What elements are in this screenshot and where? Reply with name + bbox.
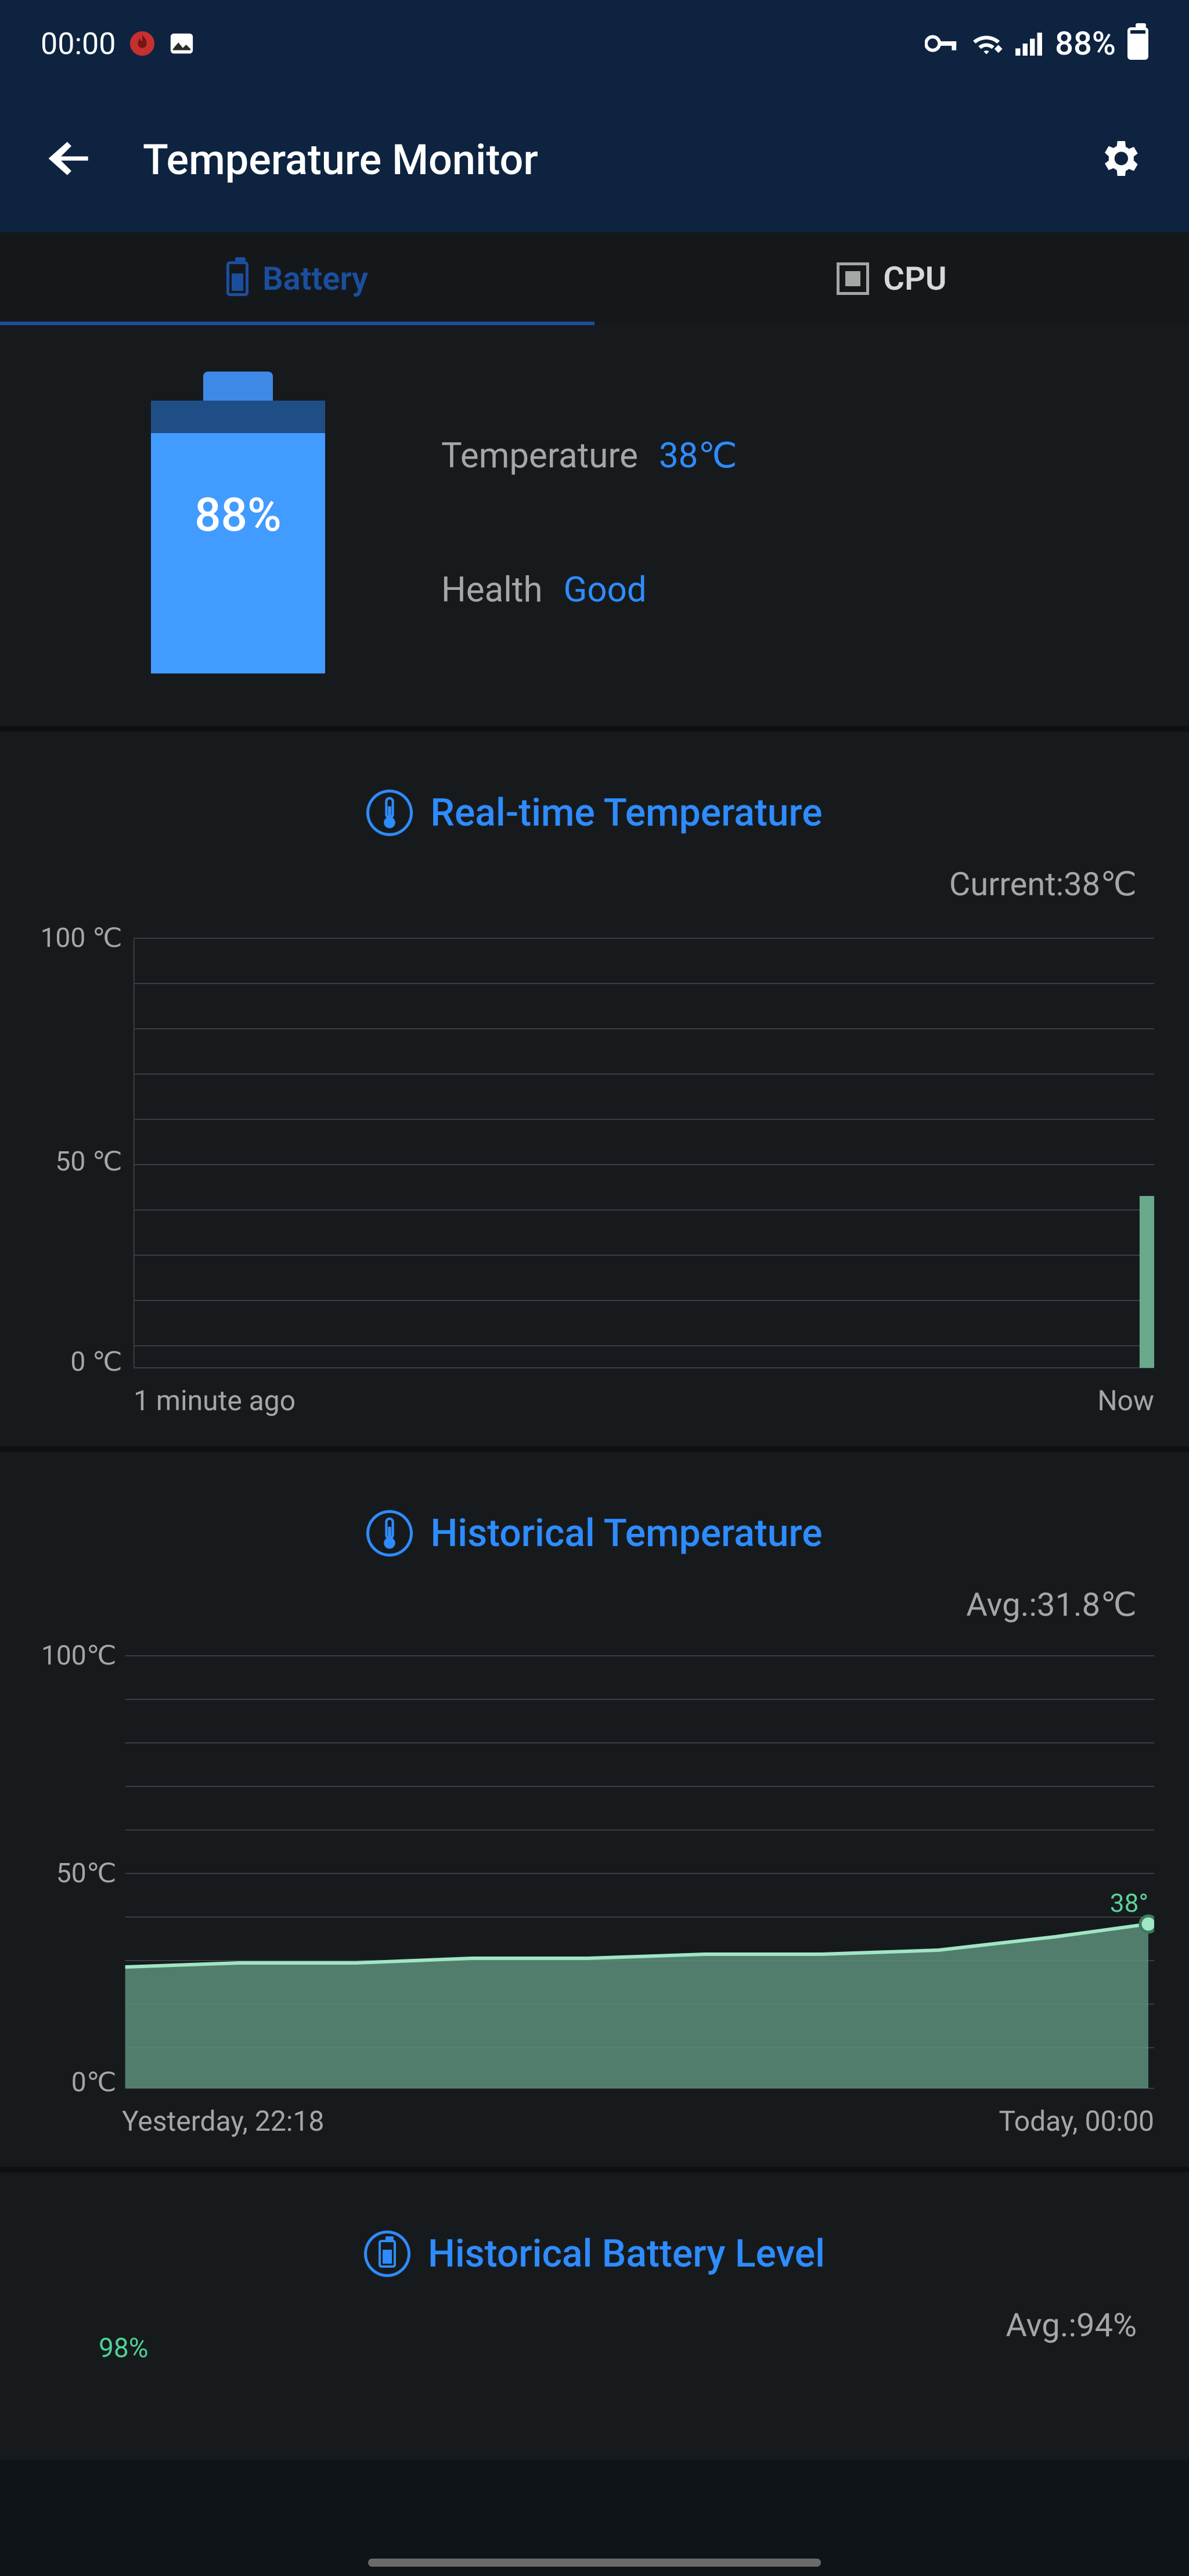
tabs: Battery CPU [0, 232, 1189, 325]
tab-cpu[interactable]: CPU [594, 232, 1189, 325]
clock: 00:00 [41, 26, 116, 62]
battery-section-icon [364, 2231, 410, 2277]
historical-battery-section: Historical Battery Level Avg.:94% 98% [0, 2167, 1189, 2460]
historical-xstart: Yesterday, 22:18 [122, 2105, 324, 2138]
svg-text:0℃: 0℃ [71, 2067, 117, 2094]
overview-temperature: Temperature 38℃ [441, 435, 737, 476]
historical-temp-section: Historical Temperature Avg.:31.8℃ 100℃ 5… [0, 1446, 1189, 2167]
gesture-bar[interactable] [368, 2559, 821, 2567]
settings-button[interactable] [1096, 135, 1143, 184]
historical-title: Historical Temperature [430, 1511, 822, 1556]
image-icon [168, 30, 195, 57]
health-label: Health [441, 569, 543, 610]
battery-graphic: 88% [151, 372, 325, 673]
realtime-title: Real-time Temperature [430, 791, 822, 835]
status-bar: 00:00 88% [0, 0, 1189, 87]
battery-level-avg: Avg.:94% [0, 2300, 1189, 2362]
thermometer-icon [366, 1510, 413, 1557]
thermometer-icon [366, 790, 413, 836]
svg-text:38°: 38° [1110, 1888, 1148, 1918]
overview-health: Health Good [441, 569, 737, 610]
battery-level-title: Historical Battery Level [428, 2232, 825, 2276]
tab-cpu-label: CPU [883, 260, 946, 298]
ytick: 100 ℃ [40, 923, 122, 954]
cell-signal-icon [1014, 30, 1043, 57]
battery-tab-icon [226, 261, 248, 296]
battery-level-start-label: 98% [99, 2333, 148, 2364]
page-title: Temperature Monitor [143, 135, 1050, 185]
temperature-label: Temperature [441, 435, 638, 476]
cpu-tab-icon [837, 262, 869, 295]
realtime-chart[interactable]: 100 ℃ 50 ℃ 0 ℃ [35, 921, 1154, 1374]
statusbar-battery-pct: 88% [1055, 24, 1116, 63]
svg-text:50℃: 50℃ [56, 1858, 117, 1889]
back-button[interactable] [46, 134, 96, 186]
svg-text:100℃: 100℃ [41, 1641, 117, 1671]
battery-percent: 88% [151, 488, 325, 542]
realtime-section: Real-time Temperature Current:38℃ 100 ℃ … [0, 726, 1189, 1446]
tab-battery[interactable]: Battery [0, 232, 594, 325]
realtime-xstart: 1 minute ago [134, 1384, 296, 1417]
vpn-key-icon [925, 32, 959, 55]
temperature-value: 38℃ [659, 435, 737, 476]
wifi-icon [970, 30, 1003, 57]
fire-icon [129, 30, 156, 57]
realtime-current: Current:38℃ [0, 859, 1189, 921]
tab-battery-label: Battery [262, 260, 368, 298]
historical-avg: Avg.:31.8℃ [0, 1580, 1189, 1641]
overview-panel: 88% Temperature 38℃ Health Good [0, 325, 1189, 726]
historical-xend: Today, 00:00 [999, 2105, 1154, 2138]
historical-chart[interactable]: 100℃ 50℃ 0℃ [35, 1641, 1154, 2094]
health-value: Good [564, 569, 647, 610]
battery-icon [1127, 27, 1148, 60]
ytick: 50 ℃ [55, 1146, 122, 1177]
ytick: 0 ℃ [70, 1346, 122, 1374]
realtime-xend: Now [1097, 1384, 1154, 1417]
title-bar: Temperature Monitor [0, 87, 1189, 232]
